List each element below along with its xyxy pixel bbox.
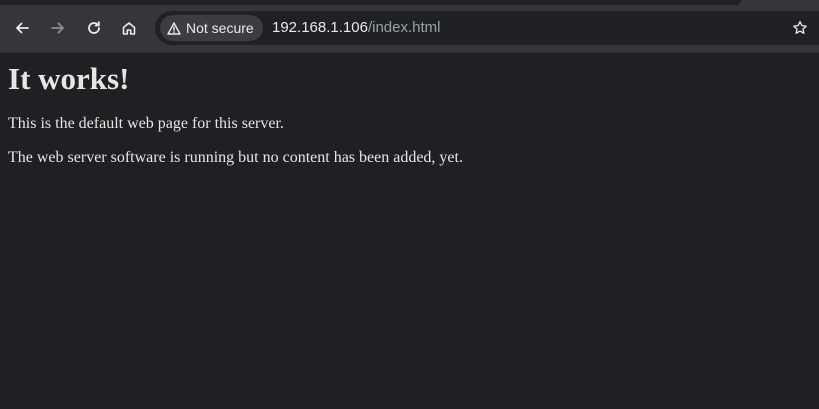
security-indicator-chip[interactable]: Not secure — [160, 15, 263, 41]
url-host: 192.168.1.106 — [272, 19, 368, 36]
bookmark-star-icon — [793, 20, 807, 34]
url-path: /index.html — [367, 19, 441, 36]
back-button[interactable] — [7, 13, 37, 43]
back-arrow-icon — [16, 22, 29, 34]
forward-arrow-icon — [51, 22, 64, 34]
security-label: Not secure — [186, 20, 254, 36]
forward-button[interactable] — [43, 13, 73, 43]
reload-button[interactable] — [79, 13, 109, 43]
tab-strip-edge — [0, 0, 741, 5]
page-content: It works! This is the default web page f… — [8, 53, 811, 167]
home-icon — [122, 22, 136, 35]
reload-icon — [88, 21, 100, 34]
paragraph-server-running: The web server software is running but n… — [8, 149, 463, 166]
home-button[interactable] — [114, 13, 144, 43]
warning-icon — [167, 21, 181, 35]
page-heading: It works! — [8, 61, 130, 96]
browser-toolbar: Not secure 192.168.1.106/index.html — [0, 0, 819, 53]
paragraph-default-page: This is the default web page for this se… — [8, 115, 284, 132]
bookmark-button[interactable] — [788, 16, 812, 40]
url-text[interactable]: 192.168.1.106/index.html — [272, 19, 440, 37]
address-bar[interactable]: Not secure 192.168.1.106/index.html — [155, 11, 819, 45]
